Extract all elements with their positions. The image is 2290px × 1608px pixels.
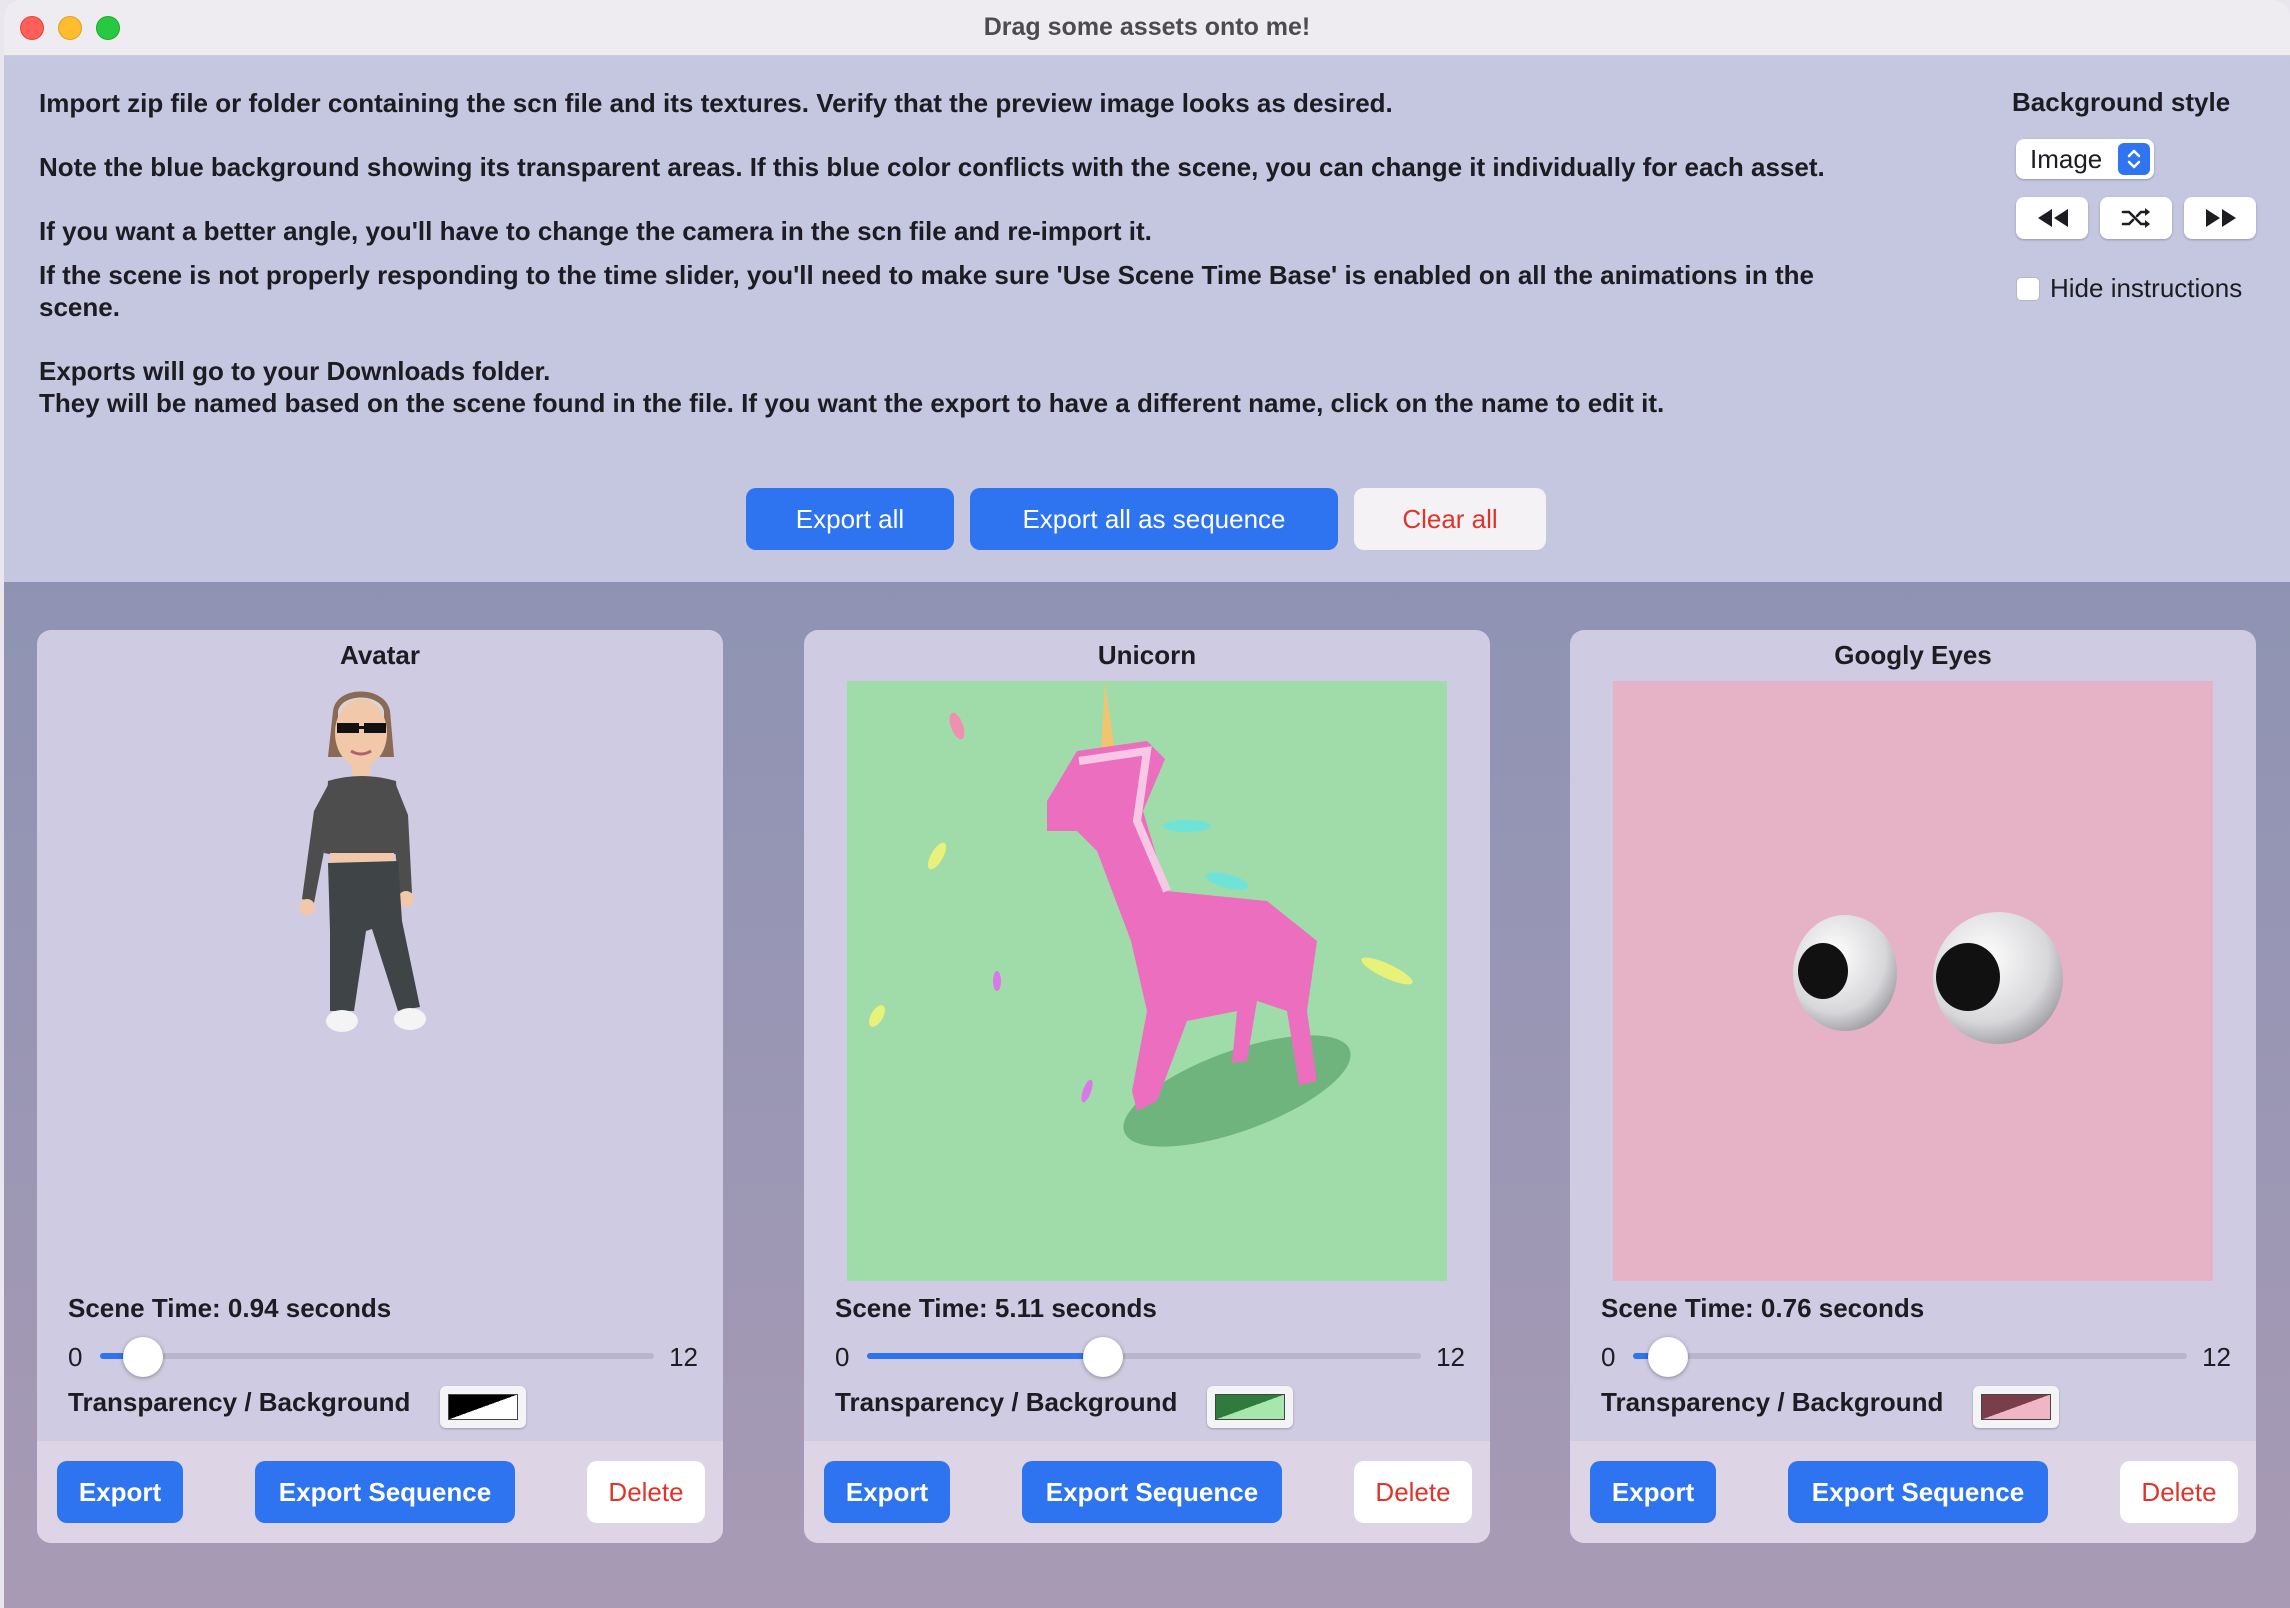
instructions-panel: Import zip file or folder containing the… — [4, 57, 2290, 582]
instruction-line: If you want a better angle, you'll have … — [39, 216, 1152, 246]
chevron-up-down-icon — [2118, 143, 2150, 175]
color-swatch — [1981, 1394, 2051, 1420]
app-window: Drag some assets onto me! Import zip fil… — [4, 0, 2290, 1608]
export-button[interactable]: Export — [824, 1461, 950, 1523]
background-style-select[interactable]: Image — [2016, 139, 2154, 179]
background-color-well[interactable] — [1973, 1386, 2059, 1428]
asset-card-googly-eyes: Googly Eyes Scene Time: 0.76 seconds 0 1… — [1570, 630, 2256, 1543]
export-button[interactable]: Export — [1590, 1461, 1716, 1523]
delete-button[interactable]: Delete — [587, 1461, 705, 1523]
rewind-icon — [2038, 209, 2068, 227]
background-style-value: Image — [2030, 144, 2103, 174]
background-style-label: Background style — [2012, 87, 2231, 117]
instructions-text: Import zip file or folder containing the… — [39, 87, 1919, 451]
slider-fill — [867, 1353, 1103, 1359]
slider-knob[interactable] — [123, 1337, 164, 1377]
fast-forward-icon — [2206, 209, 2236, 227]
slider-max-label: 12 — [669, 1342, 698, 1372]
card-actions: Export Export Sequence Delete — [804, 1441, 1490, 1543]
delete-button[interactable]: Delete — [2120, 1461, 2238, 1523]
shuffle-icon — [2121, 208, 2150, 228]
instruction-line: If the scene is not properly responding … — [39, 260, 1814, 322]
background-style-group: Background style Image Hide instructions — [2012, 87, 2272, 303]
slider-track[interactable] — [1633, 1337, 2187, 1377]
slider-min-label: 0 — [68, 1342, 83, 1372]
hide-instructions-label: Hide instructions — [2050, 273, 2243, 303]
slider-knob[interactable] — [1648, 1337, 1689, 1377]
scene-time-label: Scene Time: 0.76 seconds — [1601, 1293, 1925, 1323]
instruction-line: Note the blue background showing its tra… — [39, 152, 1825, 182]
previous-background-button[interactable] — [2016, 197, 2088, 239]
instruction-line: Import zip file or folder containing the… — [39, 88, 1393, 118]
avatar-figure — [299, 691, 426, 1032]
export-sequence-button[interactable]: Export Sequence — [1788, 1461, 2048, 1523]
title-bar: Drag some assets onto me! — [4, 0, 2290, 56]
slider-max-label: 12 — [1436, 1342, 1465, 1372]
asset-name[interactable]: Unicorn — [804, 640, 1490, 671]
transparency-label: Transparency / Background — [835, 1387, 1178, 1417]
scene-time-slider[interactable]: 0 12 — [1601, 1330, 2231, 1380]
asset-preview — [847, 681, 1447, 1281]
export-all-sequence-button[interactable]: Export all as sequence — [970, 488, 1338, 550]
export-sequence-button[interactable]: Export Sequence — [255, 1461, 515, 1523]
unicorn-figure — [869, 683, 1413, 1147]
color-swatch — [448, 1394, 518, 1420]
background-color-well[interactable] — [440, 1386, 526, 1428]
asset-preview — [80, 681, 680, 1281]
card-actions: Export Export Sequence Delete — [37, 1441, 723, 1543]
window-title: Drag some assets onto me! — [983, 13, 1311, 41]
asset-card-avatar: Avatar Scene Time: 0.94 seconds 0 12 Tra… — [37, 630, 723, 1543]
background-color-well[interactable] — [1207, 1386, 1293, 1428]
asset-preview — [1613, 681, 2213, 1281]
asset-card-unicorn: Unicorn Scene Time: 5.11 seconds 0 12 Tr… — [804, 630, 1490, 1543]
asset-name[interactable]: Googly Eyes — [1570, 640, 2256, 671]
color-swatch — [1215, 1394, 1285, 1420]
scene-time-slider[interactable]: 0 12 — [835, 1330, 1465, 1380]
slider-min-label: 0 — [835, 1342, 850, 1372]
export-sequence-button[interactable]: Export Sequence — [1022, 1461, 1282, 1523]
scene-time-slider[interactable]: 0 12 — [68, 1330, 698, 1380]
slider-max-label: 12 — [2202, 1342, 2231, 1372]
hide-instructions-row[interactable]: Hide instructions — [2016, 273, 2242, 304]
transparency-label: Transparency / Background — [1601, 1387, 1944, 1417]
next-background-button[interactable] — [2184, 197, 2256, 239]
export-all-button[interactable]: Export all — [746, 488, 954, 550]
scene-time-label: Scene Time: 0.94 seconds — [68, 1293, 392, 1323]
scene-time-label: Scene Time: 5.11 seconds — [835, 1293, 1157, 1323]
googly-eyes-figure — [1793, 912, 2063, 1044]
shuffle-background-button[interactable] — [2100, 197, 2172, 239]
instruction-line: They will be named based on the scene fo… — [39, 388, 1665, 418]
card-actions: Export Export Sequence Delete — [1570, 1441, 2256, 1543]
slider-min-label: 0 — [1601, 1342, 1616, 1372]
slider-knob[interactable] — [1082, 1337, 1123, 1377]
clear-all-button[interactable]: Clear all — [1354, 488, 1546, 550]
transparency-label: Transparency / Background — [68, 1387, 411, 1417]
slider-track[interactable] — [867, 1337, 1421, 1377]
delete-button[interactable]: Delete — [1354, 1461, 1472, 1523]
hide-instructions-checkbox[interactable] — [2016, 277, 2040, 301]
slider-track[interactable] — [100, 1337, 654, 1377]
export-button[interactable]: Export — [57, 1461, 183, 1523]
instruction-line: Exports will go to your Downloads folder… — [39, 356, 551, 386]
asset-name[interactable]: Avatar — [37, 640, 723, 671]
